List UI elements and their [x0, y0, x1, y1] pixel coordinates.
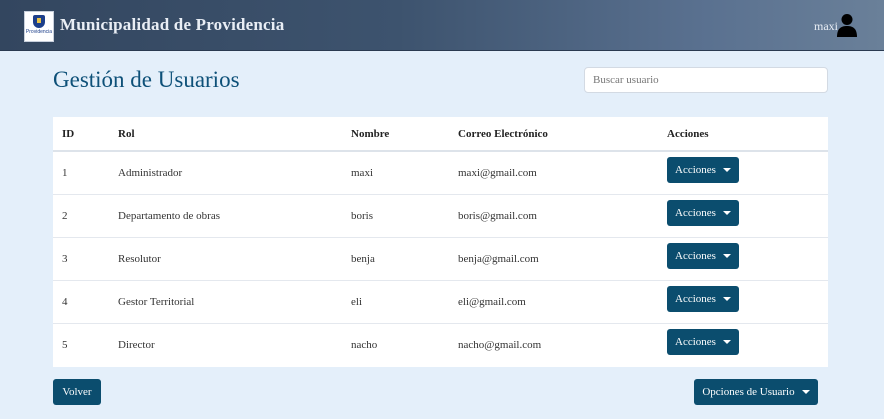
column-header-nombre: Nombre — [351, 117, 458, 152]
cell-rol: Gestor Territorial — [118, 280, 351, 324]
actions-dropdown-button[interactable]: Acciones — [667, 242, 739, 269]
column-header-acciones: Acciones — [667, 117, 828, 152]
cell-id: 5 — [53, 323, 118, 366]
cell-nombre: nacho — [351, 323, 458, 366]
cell-rol: Director — [118, 323, 351, 366]
page-title: Gestión de Usuarios — [53, 67, 240, 92]
table-header-row: ID Rol Nombre Correo Electrónico Accione… — [53, 117, 828, 152]
user-icon[interactable] — [837, 13, 857, 37]
table-row: 5 Director nacho nacho@gmail.com Accione… — [53, 323, 828, 366]
cell-correo: maxi@gmail.com — [458, 167, 537, 179]
column-header-correo: Correo Electrónico — [458, 117, 667, 152]
actions-button-label: Acciones — [675, 206, 716, 219]
user-options-dropdown-button[interactable]: Opciones de Usuario — [694, 379, 818, 405]
cell-id: 4 — [53, 280, 118, 324]
logo-text: Providencia — [25, 29, 53, 35]
cell-rol: Administrador — [118, 167, 183, 179]
caret-down-icon — [722, 253, 731, 258]
cell-correo: boris@gmail.com — [458, 194, 667, 238]
table-row: 4 Gestor Territorial eli eli@gmail.com A… — [53, 280, 828, 324]
actions-button-label: Acciones — [675, 292, 716, 305]
cell-rol: Resolutor — [118, 237, 351, 281]
municipality-logo[interactable]: Providencia — [24, 11, 54, 42]
cell-id: 2 — [53, 194, 118, 238]
caret-down-icon — [722, 296, 731, 301]
caret-down-icon — [722, 339, 731, 344]
cell-acciones: Acciones — [667, 323, 828, 366]
cell-nombre: benja — [351, 237, 458, 281]
actions-dropdown-button[interactable]: Acciones — [667, 285, 739, 312]
top-navbar: Providencia Municipalidad de Providencia… — [0, 0, 884, 51]
actions-button-label: Acciones — [675, 335, 716, 348]
actions-button-label: Acciones — [675, 163, 716, 176]
cell-acciones: Acciones — [667, 194, 828, 238]
column-header-id: ID — [53, 117, 118, 152]
cell-acciones: Acciones — [667, 151, 828, 195]
cell-acciones: Acciones — [667, 237, 828, 281]
shield-icon — [33, 15, 45, 28]
app-title[interactable]: Municipalidad de Providencia — [60, 15, 284, 35]
column-header-rol: Rol — [118, 117, 351, 152]
actions-dropdown-button[interactable]: Acciones — [667, 328, 739, 355]
actions-dropdown-button[interactable]: Acciones — [667, 199, 739, 226]
cell-id: 3 — [53, 237, 118, 281]
table-row: 3 Resolutor benja benja@gmail.com Accion… — [53, 237, 828, 281]
caret-down-icon — [801, 390, 810, 394]
cell-acciones: Acciones — [667, 280, 828, 324]
cell-correo: eli@gmail.com — [458, 280, 667, 324]
back-button[interactable]: Volver — [53, 379, 101, 405]
cell-nombre: maxi — [351, 167, 373, 179]
caret-down-icon — [722, 210, 731, 215]
users-table: ID Rol Nombre Correo Electrónico Accione… — [53, 117, 828, 367]
user-options-label: Opciones de Usuario — [702, 386, 795, 398]
cell-id: 1 — [62, 167, 68, 179]
table-row: 2 Departamento de obras boris boris@gmai… — [53, 194, 828, 238]
cell-correo: benja@gmail.com — [458, 237, 667, 281]
cell-nombre: boris — [351, 194, 458, 238]
user-name[interactable]: maxi — [814, 19, 838, 34]
actions-dropdown-button[interactable]: Acciones — [667, 156, 739, 183]
search-input[interactable] — [584, 67, 828, 93]
table-row: 1 Administrador maxi maxi@gmail.com Acci… — [53, 151, 828, 195]
caret-down-icon — [722, 167, 731, 172]
cell-correo: nacho@gmail.com — [458, 323, 667, 366]
cell-nombre: eli — [351, 280, 458, 324]
cell-rol: Departamento de obras — [118, 194, 351, 238]
actions-button-label: Acciones — [675, 249, 716, 262]
